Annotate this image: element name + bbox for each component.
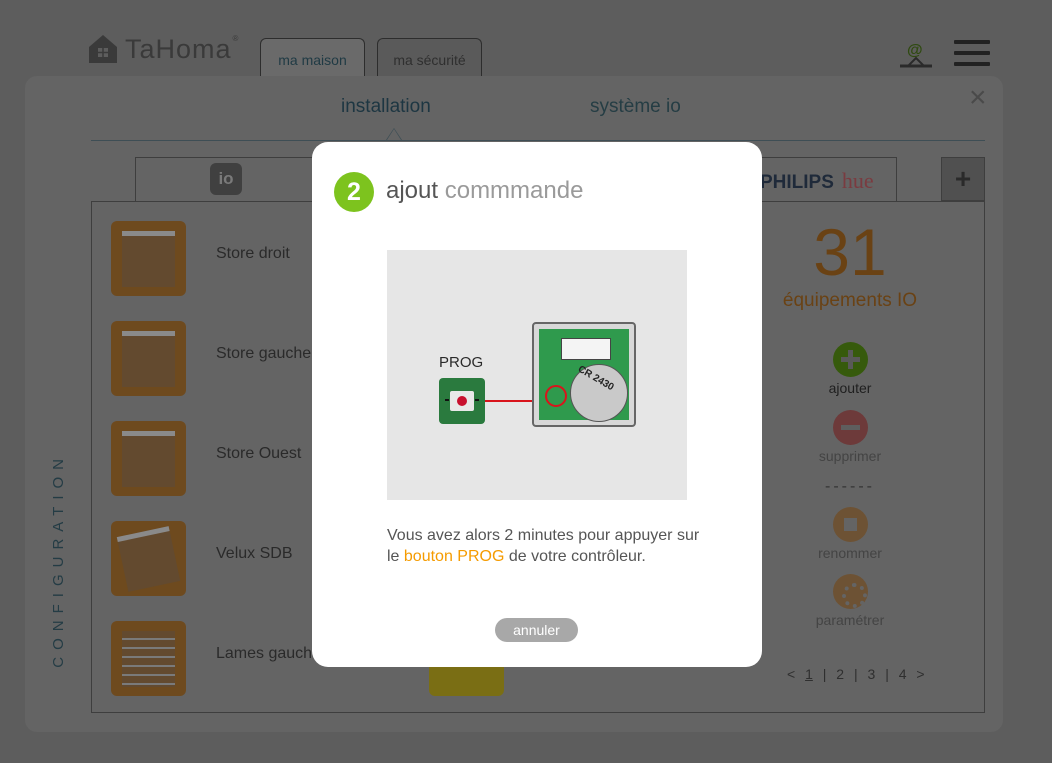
prog-label: PROG xyxy=(439,354,484,371)
instruction-text: Vous avez alors 2 minutes pour appuyer s… xyxy=(387,527,700,565)
step-number-badge: 2 xyxy=(334,172,374,212)
pager-separator: | xyxy=(853,666,858,682)
device-name: Velux SDB xyxy=(216,545,293,562)
modal-title: ajout commmande xyxy=(386,177,583,205)
page-link-2[interactable]: 2 xyxy=(836,666,844,682)
tab-ma-maison[interactable]: ma maison xyxy=(260,38,365,76)
page-link-1[interactable]: 1 xyxy=(805,666,813,682)
lamp-icon[interactable] xyxy=(429,664,504,696)
io-protocol-tab[interactable]: io xyxy=(210,163,242,195)
pager-separator: | xyxy=(885,666,889,682)
prog-highlight-text: bouton PROG xyxy=(403,548,505,565)
next-page-link[interactable]: > xyxy=(916,666,924,682)
blind-icon xyxy=(111,421,186,496)
hamburger-icon[interactable] xyxy=(954,40,990,68)
actions-separator: ------ xyxy=(825,478,875,495)
prog-button-illustration: PROG CR 2430 xyxy=(387,250,687,500)
rename-button[interactable]: renommer xyxy=(800,507,900,561)
tab-systeme-io[interactable]: système io xyxy=(590,96,681,118)
prev-page-link[interactable]: < xyxy=(787,666,795,682)
tab-installation[interactable]: installation xyxy=(341,96,431,118)
delete-button[interactable]: supprimer xyxy=(800,410,900,464)
device-name: Store gauche xyxy=(216,345,312,362)
cancel-button[interactable]: annuler xyxy=(495,618,578,642)
philips-hue-tab[interactable]: PHILIPS hue xyxy=(760,168,874,194)
blind-icon xyxy=(111,321,186,396)
device-name: Store droit xyxy=(216,245,290,262)
square-icon xyxy=(832,507,868,542)
logo-text: TaHoma® xyxy=(125,33,240,64)
gear-icon xyxy=(832,574,868,609)
hue-label: hue xyxy=(841,168,874,193)
device-name: Lames gauche xyxy=(216,645,321,662)
battery-icon: CR 2430 xyxy=(570,364,628,422)
subtab-divider xyxy=(91,140,985,141)
roof-window-icon xyxy=(111,521,186,596)
pager-separator: | xyxy=(822,666,827,682)
modal-title-main: ajout xyxy=(386,177,439,204)
pagination: < 1 | 2 | 3 | 4 > xyxy=(784,666,928,682)
top-bar: TaHoma® ma maison ma sécurité @ xyxy=(0,0,1052,80)
prog-button-icon xyxy=(439,378,485,424)
philips-label: PHILIPS xyxy=(760,172,834,193)
plus-icon xyxy=(832,342,868,377)
device-counter: 31 équipements IO xyxy=(780,214,920,312)
add-protocol-button[interactable]: + xyxy=(941,157,985,201)
close-icon[interactable]: × xyxy=(969,83,987,113)
remote-board-icon: CR 2430 xyxy=(532,322,636,427)
house-icon xyxy=(89,35,117,63)
blind-icon xyxy=(111,221,186,296)
page-link-4[interactable]: 4 xyxy=(899,666,907,682)
configure-button[interactable]: paramétrer xyxy=(800,574,900,628)
device-name: Store Ouest xyxy=(216,445,302,462)
tab-ma-securite[interactable]: ma sécurité xyxy=(377,38,482,76)
configuration-label: CONFIGURATION xyxy=(50,452,67,668)
device-count: 31 xyxy=(813,215,887,289)
svg-text:@: @ xyxy=(907,42,923,59)
louvre-icon xyxy=(111,621,186,696)
tahoma-logo[interactable]: TaHoma® xyxy=(87,33,239,65)
active-tab-notch xyxy=(386,128,402,140)
add-button[interactable]: ajouter xyxy=(800,342,900,396)
page-link-3[interactable]: 3 xyxy=(868,666,876,682)
add-remote-modal: 2 ajout commmande PROG CR 2430 Vous avez… xyxy=(312,142,762,667)
device-count-label: équipements IO xyxy=(782,290,918,311)
minus-icon xyxy=(832,410,868,445)
user-at-icon[interactable]: @ xyxy=(898,40,934,70)
prog-highlight-ring xyxy=(545,385,567,407)
modal-title-sub: commmande xyxy=(444,177,584,204)
